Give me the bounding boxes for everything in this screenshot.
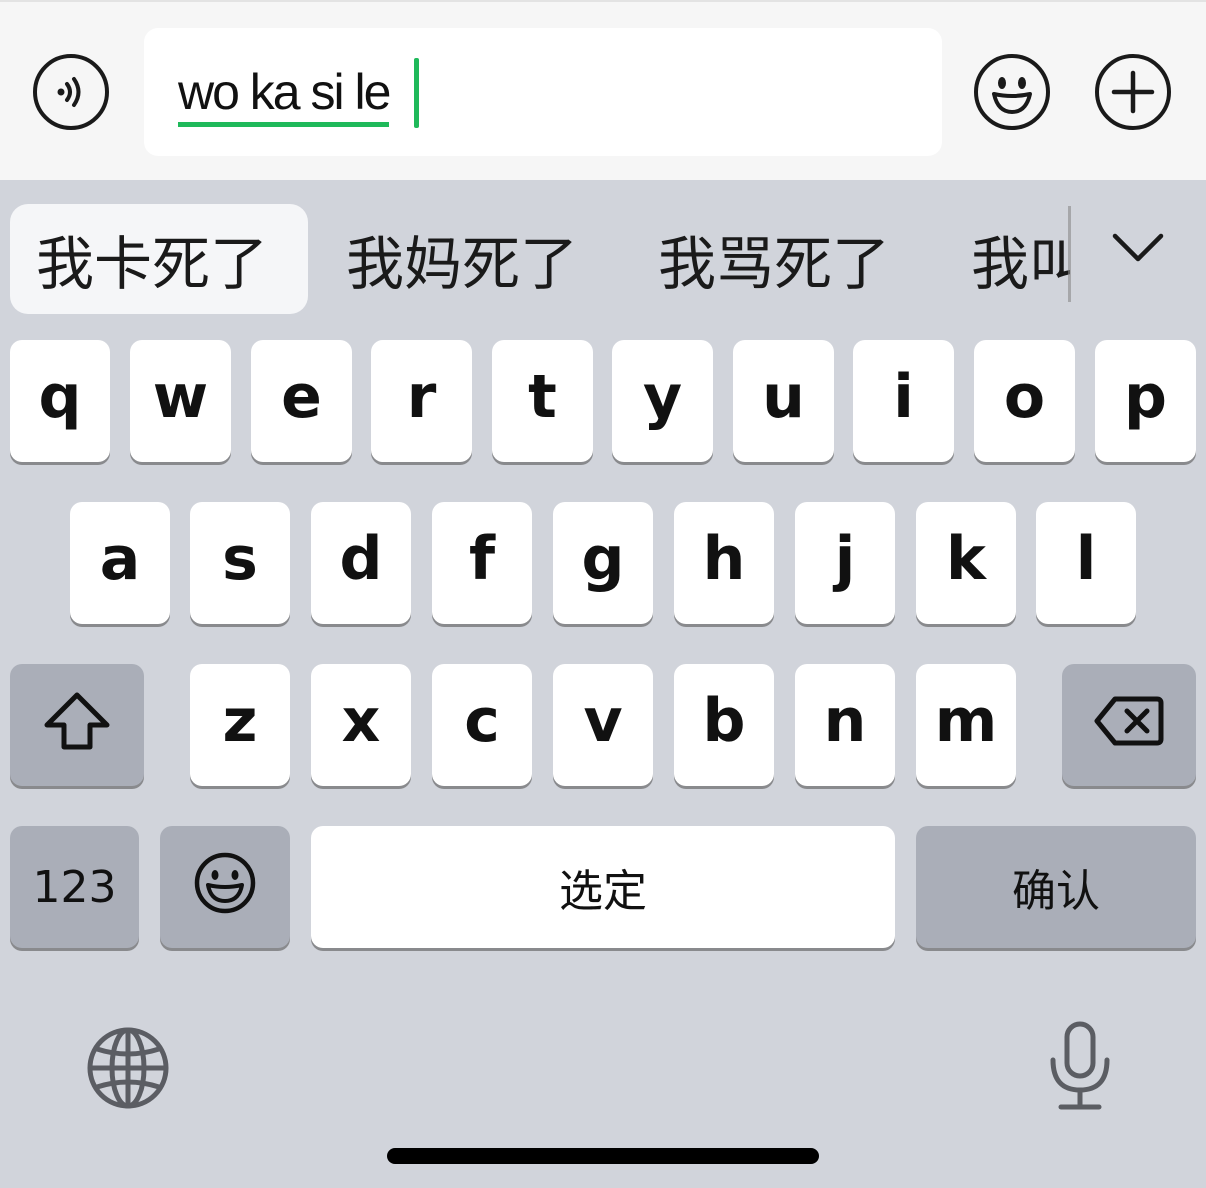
shift-key[interactable] — [10, 664, 144, 786]
key-s[interactable]: s — [190, 502, 290, 624]
delete-key[interactable] — [1062, 664, 1196, 786]
candidate-bar: 我卡死了 我妈死了 我骂死了 我叫 — [0, 180, 1206, 330]
globe-icon[interactable] — [84, 1024, 172, 1112]
home-indicator — [387, 1148, 819, 1164]
key-h[interactable]: h — [674, 502, 774, 624]
key-b[interactable]: b — [674, 664, 774, 786]
chat-input-bar: wo ka si le — [0, 0, 1206, 180]
key-i[interactable]: i — [853, 340, 954, 462]
candidate-divider — [1068, 206, 1071, 302]
candidate-item[interactable]: 我妈死了 — [320, 204, 578, 314]
backspace-icon — [1094, 696, 1164, 746]
key-k[interactable]: k — [916, 502, 1016, 624]
key-p[interactable]: p — [1095, 340, 1196, 462]
smiley-face-icon[interactable] — [974, 54, 1050, 130]
key-w[interactable]: w — [130, 340, 231, 462]
composing-text: wo ka si le — [178, 62, 391, 127]
candidate-item[interactable]: 我骂死了 — [632, 204, 890, 314]
key-x[interactable]: x — [311, 664, 411, 786]
key-q[interactable]: q — [10, 340, 110, 462]
key-t[interactable]: t — [492, 340, 593, 462]
return-key[interactable]: 确认 — [916, 826, 1196, 948]
voice-message-icon[interactable] — [33, 54, 109, 130]
shift-arrow-icon — [44, 692, 110, 750]
key-l[interactable]: l — [1036, 502, 1136, 624]
emoji-icon — [194, 852, 256, 914]
key-d[interactable]: d — [311, 502, 411, 624]
message-input[interactable]: wo ka si le — [144, 28, 942, 156]
numbers-key[interactable]: 123 — [10, 826, 139, 948]
candidate-item[interactable]: 我卡死了 — [10, 204, 308, 314]
key-m[interactable]: m — [916, 664, 1016, 786]
emoji-key[interactable] — [160, 826, 290, 948]
key-j[interactable]: j — [795, 502, 895, 624]
space-key[interactable]: 选定 — [311, 826, 895, 948]
key-o[interactable]: o — [974, 340, 1075, 462]
key-e[interactable]: e — [251, 340, 352, 462]
candidate-item[interactable]: 我叫 — [945, 204, 1070, 314]
key-a[interactable]: a — [70, 502, 170, 624]
key-r[interactable]: r — [371, 340, 472, 462]
key-f[interactable]: f — [432, 502, 532, 624]
text-caret — [414, 58, 419, 128]
key-v[interactable]: v — [553, 664, 653, 786]
plus-icon[interactable] — [1095, 54, 1171, 130]
key-u[interactable]: u — [733, 340, 834, 462]
key-y[interactable]: y — [612, 340, 713, 462]
key-n[interactable]: n — [795, 664, 895, 786]
key-z[interactable]: z — [190, 664, 290, 786]
microphone-icon[interactable] — [1040, 1018, 1120, 1114]
key-c[interactable]: c — [432, 664, 532, 786]
key-g[interactable]: g — [553, 502, 653, 624]
chevron-down-icon[interactable] — [1110, 228, 1166, 268]
